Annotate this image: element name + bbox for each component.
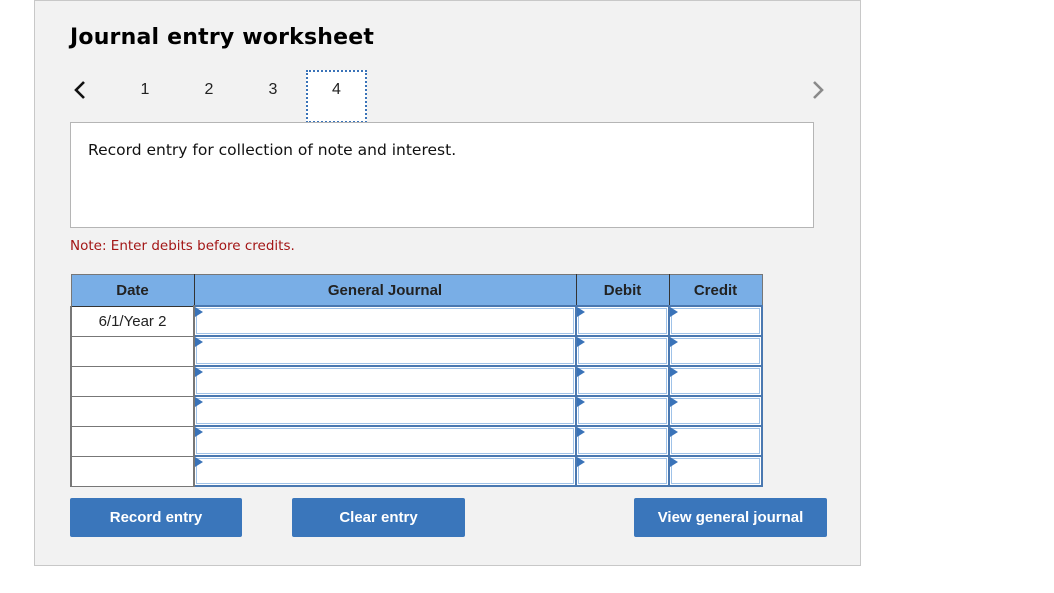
next-step-button[interactable] [810, 79, 826, 101]
account-input[interactable] [196, 308, 574, 334]
input-marker-icon [670, 457, 678, 467]
input-marker-icon [577, 397, 585, 407]
account-cell[interactable] [193, 425, 577, 457]
date-cell [70, 455, 195, 487]
table-row [70, 425, 763, 457]
record-entry-button[interactable]: Record entry [70, 498, 242, 537]
previous-step-button[interactable] [72, 79, 88, 101]
account-cell[interactable] [193, 365, 577, 397]
credit-input[interactable] [671, 428, 760, 454]
step-tab-3[interactable]: 3 [263, 81, 283, 99]
account-input[interactable] [196, 398, 574, 424]
credit-cell[interactable] [668, 395, 763, 427]
input-marker-icon [670, 367, 678, 377]
table-row [70, 395, 763, 427]
input-marker-icon [577, 307, 585, 317]
table-row [70, 455, 763, 487]
date-cell [70, 335, 195, 367]
account-cell[interactable] [193, 305, 577, 337]
credit-input[interactable] [671, 398, 760, 424]
dropdown-marker-icon [195, 307, 203, 317]
header-debit: Debit [575, 274, 670, 307]
table-header-row: Date General Journal Debit Credit [70, 274, 763, 307]
instruction-text: Record entry for collection of note and … [88, 141, 457, 159]
table-row: 6/1/Year 2 [70, 305, 763, 337]
credit-cell[interactable] [668, 425, 763, 457]
step-tab-2[interactable]: 2 [199, 81, 219, 99]
account-cell[interactable] [193, 335, 577, 367]
header-date: Date [70, 274, 195, 307]
debit-input[interactable] [578, 398, 667, 424]
credit-cell[interactable] [668, 335, 763, 367]
debit-cell[interactable] [575, 305, 670, 337]
debit-cell[interactable] [575, 335, 670, 367]
input-marker-icon [577, 427, 585, 437]
debit-input[interactable] [578, 428, 667, 454]
credit-input[interactable] [671, 308, 760, 334]
account-cell[interactable] [193, 395, 577, 427]
date-cell [70, 395, 195, 427]
dropdown-marker-icon [195, 457, 203, 467]
debit-cell[interactable] [575, 455, 670, 487]
debit-cell[interactable] [575, 395, 670, 427]
debit-input[interactable] [578, 458, 667, 484]
input-marker-icon [577, 367, 585, 377]
dropdown-marker-icon [195, 367, 203, 377]
worksheet-title: Journal entry worksheet [70, 25, 375, 50]
credit-cell[interactable] [668, 305, 763, 337]
debit-input[interactable] [578, 368, 667, 394]
debit-cell[interactable] [575, 425, 670, 457]
clear-entry-button[interactable]: Clear entry [292, 498, 465, 537]
date-cell: 6/1/Year 2 [70, 305, 195, 337]
input-marker-icon [670, 307, 678, 317]
chevron-left-icon [74, 81, 85, 99]
date-cell [70, 425, 195, 457]
dropdown-marker-icon [195, 397, 203, 407]
date-cell [70, 365, 195, 397]
debit-input[interactable] [578, 338, 667, 364]
input-marker-icon [577, 337, 585, 347]
account-input[interactable] [196, 428, 574, 454]
dropdown-marker-icon [195, 427, 203, 437]
view-general-journal-button[interactable]: View general journal [634, 498, 827, 537]
table-row [70, 335, 763, 367]
credit-input[interactable] [671, 368, 760, 394]
input-marker-icon [670, 397, 678, 407]
credit-input[interactable] [671, 338, 760, 364]
note-text: Note: Enter debits before credits. [70, 238, 295, 254]
chevron-right-icon [813, 81, 824, 99]
credit-input[interactable] [671, 458, 760, 484]
table-row [70, 365, 763, 397]
credit-cell[interactable] [668, 455, 763, 487]
credit-cell[interactable] [668, 365, 763, 397]
input-marker-icon [670, 427, 678, 437]
input-marker-icon [670, 337, 678, 347]
debit-input[interactable] [578, 308, 667, 334]
step-tab-4-active[interactable]: 4 [306, 70, 367, 123]
header-credit: Credit [668, 274, 763, 307]
account-input[interactable] [196, 458, 574, 484]
journal-worksheet-panel: Journal entry worksheet 1 2 3 4 Record e… [34, 0, 861, 566]
instruction-box: Record entry for collection of note and … [70, 122, 814, 228]
account-input[interactable] [196, 368, 574, 394]
dropdown-marker-icon [195, 337, 203, 347]
header-general-journal: General Journal [193, 274, 577, 307]
input-marker-icon [577, 457, 585, 467]
account-input[interactable] [196, 338, 574, 364]
step-tab-1[interactable]: 1 [135, 81, 155, 99]
debit-cell[interactable] [575, 365, 670, 397]
account-cell[interactable] [193, 455, 577, 487]
journal-table: Date General Journal Debit Credit 6/1/Ye… [70, 274, 763, 487]
